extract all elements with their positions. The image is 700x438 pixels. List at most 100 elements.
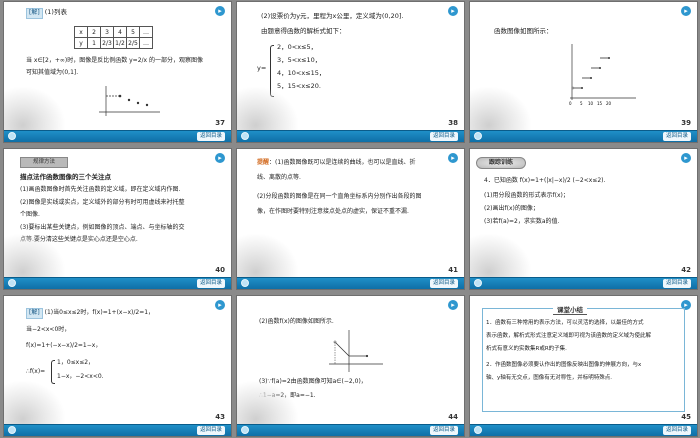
text-line: ：(1)函数图像既可以是连续的曲线，也可以是直线、折	[269, 159, 416, 166]
practice-banner: 跟踪训练	[476, 157, 526, 169]
back-to-contents-button[interactable]: 返回目录	[429, 132, 458, 141]
summary-title: 课堂小结	[553, 304, 587, 315]
axis-tick: 0	[569, 101, 572, 106]
page-number: 41	[448, 266, 458, 274]
table-cell: …	[139, 26, 153, 38]
nav-bar: 返回目录	[4, 277, 231, 289]
slide-42[interactable]: ▸ 跟踪训练 4．已知函数 f(x)=1+(|x|−x)/2 (−2<x≤2).…	[469, 148, 698, 290]
forward-icon[interactable]: ▸	[215, 6, 225, 16]
case-line: 1，0≤x≤2，	[57, 359, 95, 366]
home-icon[interactable]	[241, 279, 249, 287]
case-line: 4，10<x≤15，	[277, 69, 326, 77]
slide-41[interactable]: ▸ 提醒：(1)函数图像既可以是连续的曲线，也可以是直线、折 线、离散的点等. …	[236, 148, 465, 290]
forward-icon[interactable]: ▸	[681, 6, 691, 16]
back-to-contents-button[interactable]: 返回目录	[662, 279, 691, 288]
text-line: (1)当0≤x≤2时，f(x)=1+(x−x)/2=1，	[44, 309, 155, 316]
text-line: 2．作函数图像必须要认作出的图像反映出图像的伸展方向，与x	[486, 362, 642, 368]
text-line: 1．函数有三种常用的表示方法，可以灵活的选择，以最佳的方式	[486, 320, 644, 326]
text-line: 函数图像如图所示：	[494, 27, 553, 35]
text-line: 4．已知函数 f(x)=1+(|x|−x)/2 (−2<x≤2).	[484, 177, 606, 184]
page-number: 40	[215, 266, 225, 274]
nav-bar: 返回目录	[470, 277, 697, 289]
forward-icon[interactable]: ▸	[448, 153, 458, 163]
section-header: 规律方法	[20, 157, 68, 168]
home-icon[interactable]	[474, 279, 482, 287]
text-line: 个图像.	[20, 211, 40, 218]
text-line: (1)列表	[44, 8, 67, 16]
text-line: 当−2<x<0时，	[26, 326, 71, 333]
nav-bar: 返回目录	[4, 424, 231, 436]
page-number: 44	[448, 413, 458, 421]
reminder-tag: 提醒	[257, 159, 270, 166]
nav-bar: 返回目录	[237, 424, 464, 436]
slide-44[interactable]: ▸ (2)函数f(x)的图像如图所示. (3)∵f(a)=2由函数图像可知a∈(…	[236, 295, 465, 437]
text-line: (2)分段函数的图像是在同一个直角坐标系内分别作出各段的图	[257, 193, 422, 200]
value-table: x 2 3 4 5 … y 1 2/3 1/2 2/5 …	[74, 26, 153, 49]
table-cell: y	[74, 37, 88, 49]
forward-icon[interactable]: ▸	[215, 300, 225, 310]
forward-icon[interactable]: ▸	[448, 6, 458, 16]
slide-40[interactable]: ▸ 规律方法 描点法作函数图像的三个关注点 (1)画函数图像时首先关注函数的定义…	[3, 148, 232, 290]
axis-tick: 20	[606, 101, 612, 106]
page-number: 38	[448, 119, 458, 127]
nav-bar: 返回目录	[470, 130, 697, 142]
home-icon[interactable]	[8, 426, 16, 434]
home-icon[interactable]	[474, 132, 482, 140]
home-icon[interactable]	[241, 426, 249, 434]
forward-icon[interactable]: ▸	[681, 153, 691, 163]
back-to-contents-button[interactable]: 返回目录	[196, 132, 225, 141]
back-to-contents-button[interactable]: 返回目录	[196, 279, 225, 288]
text-line: (1)用分段函数的形式表示f(x)；	[484, 192, 569, 199]
table-cell: 2/3	[100, 37, 114, 49]
text-line: (1)画函数图像时首先关注函数的定义域，即在定义域内作图.	[20, 186, 181, 193]
back-to-contents-button[interactable]: 返回目录	[429, 279, 458, 288]
text-line: (2)函数f(x)的图像如图所示.	[259, 318, 334, 325]
back-to-contents-button[interactable]: 返回目录	[662, 132, 691, 141]
text-line: (3)若f(a)=2，求实数a的值.	[484, 218, 560, 225]
page-number: 43	[215, 413, 225, 421]
piecewise-label: y=	[257, 64, 267, 72]
text-line: 可知其值域为(0,1].	[26, 69, 79, 76]
table-cell: 2/5	[126, 37, 140, 49]
home-icon[interactable]	[8, 279, 16, 287]
text-line: ∴f(x)=	[26, 368, 46, 375]
home-icon[interactable]	[474, 426, 482, 434]
text-line: 轴、y轴有无交点，图像有无对称性，并标明特殊点.	[486, 375, 613, 381]
text-line: (3)要标出某些关键点，例如图像的顶点、端点、与坐标轴的交	[20, 224, 185, 231]
page-number: 42	[681, 266, 691, 274]
back-to-contents-button[interactable]: 返回目录	[662, 426, 691, 435]
back-to-contents-button[interactable]: 返回目录	[429, 426, 458, 435]
text-line: 表示函数，解析式形式注意定义域即可视为该函数的定义域为使此解	[486, 333, 652, 339]
case-line: 3，5<x≤10，	[277, 56, 322, 64]
text-line: (2)图像是实线或实点，定义域外的部分有时可用虚线来衬托整	[20, 199, 185, 206]
solution-tag: [解]	[26, 308, 43, 319]
page-number: 37	[215, 119, 225, 127]
home-icon[interactable]	[8, 132, 16, 140]
text-line: 像，在作图时要特别注意接点处点的虚实，保证不重不漏.	[257, 208, 409, 215]
nav-bar: 返回目录	[237, 277, 464, 289]
slide-37[interactable]: ▸ [解] (1)列表 x 2 3 4 5 … y 1 2/3 1/2 2/5 …	[3, 1, 232, 143]
text-line: 析式有意义的实数集R或R的子集.	[486, 346, 567, 352]
slide-43[interactable]: ▸ [解] (1)当0≤x≤2时，f(x)=1+(x−x)/2=1， 当−2<x…	[3, 295, 232, 437]
slide-39[interactable]: ▸ 函数图像如图所示： 0 5 10 15 20 39 返回目录	[469, 1, 698, 143]
home-icon[interactable]	[241, 132, 249, 140]
slide-38[interactable]: ▸ (2)设票价为y元，里程为x公里，定义域为(0,20]. 由题意得函数的解析…	[236, 1, 465, 143]
table-cell: …	[139, 37, 153, 49]
forward-icon[interactable]: ▸	[448, 300, 458, 310]
function-graph	[99, 86, 160, 116]
table-cell: 2	[87, 26, 101, 38]
piecewise-graph	[329, 330, 383, 372]
text-line: 当 x∈[2，+∞)时，图像是反比例函数 y=2/x 的一部分，观察图像	[26, 57, 203, 64]
table-cell: 1/2	[113, 37, 127, 49]
slide-45[interactable]: ▸ 课堂小结 1．函数有三种常用的表示方法，可以灵活的选择，以最佳的方式 表示函…	[469, 295, 698, 437]
text-line: (2)画出f(x)的图像；	[484, 205, 539, 212]
text-line: 描点法作函数图像的三个关注点	[20, 173, 111, 181]
forward-icon[interactable]: ▸	[215, 153, 225, 163]
axis-tick: 5	[580, 101, 583, 106]
table-cell: 5	[126, 26, 140, 38]
axis-tick: 10	[588, 101, 594, 106]
back-to-contents-button[interactable]: 返回目录	[196, 426, 225, 435]
axis-tick: 15	[597, 101, 603, 106]
nav-bar: 返回目录	[470, 424, 697, 436]
table-cell: 4	[113, 26, 127, 38]
